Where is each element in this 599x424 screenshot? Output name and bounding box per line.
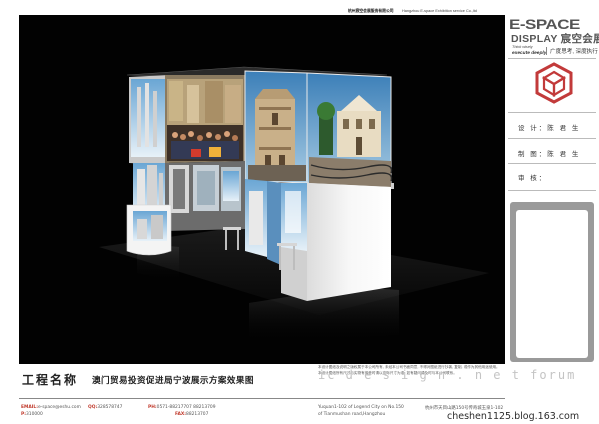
e-space-logo-icon (535, 62, 573, 104)
address-line-1: Yuquan1-102 of Legend City on No.150 (318, 405, 404, 410)
phone-value: 0571-88217707 88213709 (156, 405, 216, 410)
email-contact: EMAIL:e-space@eshu.com (21, 405, 81, 410)
company-name-en: Hangzhou E-space Exhibition service Co.,… (402, 9, 477, 13)
divider (508, 138, 596, 139)
project-name-label: 工程名称 (22, 373, 79, 387)
postcode-contact: P:310000 (21, 412, 43, 417)
divider (508, 163, 596, 164)
fax-contact: FAX:88213707 (175, 412, 208, 417)
fax-key: FAX: (175, 412, 187, 417)
postcode-value: 310000 (25, 412, 43, 417)
divider (508, 112, 596, 113)
project-title: 澳门贸易投资促进局宁波展示方案效果图 (92, 375, 254, 385)
phone-key: PH: (148, 405, 157, 410)
divider (508, 190, 596, 191)
qq-value: 328578747 (97, 405, 123, 410)
designer-label: 设 计：陈 君 生 (518, 125, 581, 132)
blog-watermark: cheshen1125.blog.163.com (447, 411, 580, 422)
drafter-label: 制 图：陈 君 生 (518, 151, 581, 158)
company-name-cn: 杭州宸空会展服务有限公司 (348, 9, 394, 13)
stamp-area (516, 210, 588, 358)
qq-key: QQ: (88, 405, 98, 410)
footer-divider (19, 398, 505, 399)
brand-subname: DISPLAY 宸空会展 (511, 33, 599, 45)
exhibition-booth-illustration (99, 66, 489, 345)
fax-value: 88213707 (186, 412, 209, 417)
address-line-2: of Tianmushan road,Hangzhou (318, 412, 386, 417)
exhibition-render (19, 15, 505, 364)
forum-watermark: ic d e s i g n . n e t forum (318, 368, 577, 382)
tagline-execute: execute deeply (512, 51, 547, 56)
tagline-cn: 广度思考, 深度执行 (546, 47, 598, 55)
email-value: e-space@eshu.com (37, 405, 81, 410)
qq-contact: QQ:328578747 (88, 405, 122, 410)
phone-contact: PH:0571-88217707 88213709 (148, 405, 216, 410)
divider (508, 58, 596, 59)
email-key: EMAIL: (21, 405, 38, 410)
reviewer-label: 审 核： (518, 175, 548, 182)
tagline-think: Think wisely (512, 45, 533, 49)
